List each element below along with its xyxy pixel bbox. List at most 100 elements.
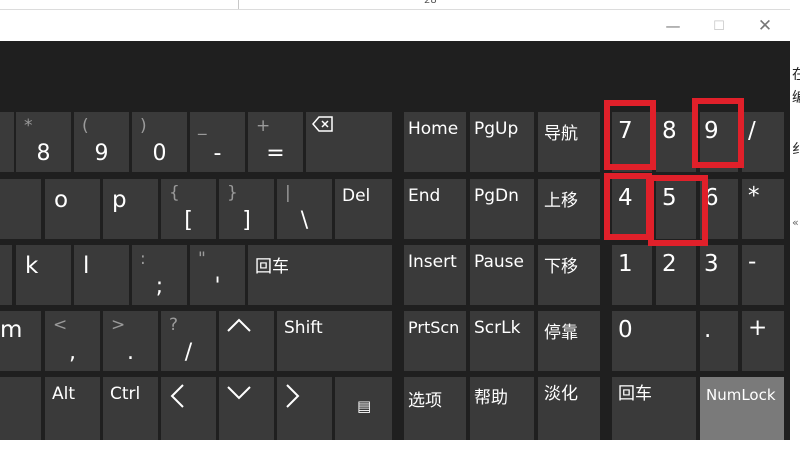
key-label: ScrLk: [474, 318, 521, 338]
edge-char: «: [792, 216, 799, 229]
key-label: PgUp: [474, 119, 519, 139]
arrow-up-icon: [227, 318, 251, 332]
key-comma[interactable]: < ,: [45, 311, 100, 371]
key-pause[interactable]: Pause: [470, 245, 534, 305]
key-label: Pause: [474, 252, 524, 272]
key-equals[interactable]: + =: [248, 112, 303, 172]
key-quote[interactable]: " ': [190, 245, 245, 305]
key-7-partial[interactable]: [0, 112, 14, 172]
key-primary: 8: [36, 141, 51, 166]
key-pgup[interactable]: PgUp: [470, 112, 534, 172]
key-numlock[interactable]: NumLock: [700, 377, 784, 440]
key-label: l: [83, 253, 90, 279]
maximize-button[interactable]: ☐: [696, 10, 742, 42]
key-l[interactable]: l: [74, 245, 129, 305]
close-button[interactable]: ✕: [742, 10, 788, 42]
key-num-8[interactable]: 8: [656, 112, 696, 172]
key-pgdn[interactable]: PgDn: [470, 179, 534, 239]
key-options[interactable]: 选项: [404, 377, 466, 440]
key-down-arrow[interactable]: [219, 377, 274, 440]
key-insert[interactable]: Insert: [404, 245, 466, 305]
key-left-bracket[interactable]: { [: [161, 179, 216, 239]
key-j-partial[interactable]: [0, 245, 12, 305]
key-o[interactable]: o: [45, 179, 100, 239]
key-fade[interactable]: 淡化: [538, 377, 600, 440]
key-num-divide[interactable]: /: [742, 112, 784, 172]
key-up-arrow[interactable]: [219, 311, 274, 371]
key-primary: [: [184, 208, 193, 233]
key-enter[interactable]: 回车: [248, 245, 392, 305]
key-num-decimal[interactable]: .: [700, 311, 738, 371]
key-slash[interactable]: ? /: [161, 311, 216, 371]
key-period[interactable]: > .: [103, 311, 158, 371]
key-menu[interactable]: ▤: [335, 377, 392, 440]
key-num-2[interactable]: 2: [656, 245, 696, 305]
key-primary: ': [214, 274, 221, 299]
key-label: -: [748, 249, 757, 275]
arrow-right-icon: [286, 384, 300, 408]
key-8[interactable]: * 8: [16, 112, 71, 172]
key-label: o: [54, 187, 69, 213]
strip-text-fragment: 28: [424, 0, 437, 6]
key-alt[interactable]: Alt: [45, 377, 100, 440]
key-label: p: [112, 187, 127, 213]
key-secondary: {: [169, 183, 180, 203]
key-move-up[interactable]: 上移: [538, 179, 600, 239]
key-ctrl[interactable]: Ctrl: [103, 377, 158, 440]
background-window-strip: 28: [0, 0, 800, 9]
key-num-1[interactable]: 1: [612, 245, 652, 305]
key-del[interactable]: Del: [335, 179, 392, 239]
key-label: Del: [342, 186, 371, 206]
highlight-num-5: [648, 175, 708, 246]
key-num-subtract[interactable]: -: [742, 245, 784, 305]
key-backspace[interactable]: [306, 112, 392, 172]
key-help[interactable]: 帮助: [470, 377, 534, 440]
key-k[interactable]: k: [16, 245, 71, 305]
key-label: 8: [662, 118, 677, 144]
minimize-button[interactable]: —: [650, 10, 696, 42]
highlight-num-4: [604, 173, 652, 240]
key-num-add[interactable]: +: [742, 311, 784, 371]
key-semicolon[interactable]: : ;: [132, 245, 187, 305]
key-right-arrow[interactable]: [277, 377, 332, 440]
key-nav[interactable]: 导航: [538, 112, 600, 172]
key-fn-partial[interactable]: [0, 377, 41, 440]
key-end[interactable]: End: [404, 179, 466, 239]
key-secondary: _: [198, 116, 207, 136]
key-label: NumLock: [706, 386, 776, 404]
key-m[interactable]: m: [0, 311, 41, 371]
key-backslash[interactable]: | \: [277, 179, 332, 239]
key-label: Alt: [52, 384, 76, 404]
key-label: +: [748, 315, 768, 341]
key-p[interactable]: p: [103, 179, 158, 239]
key-primary: =: [266, 141, 285, 166]
key-num-3[interactable]: 3: [700, 245, 738, 305]
key-label: PrtScn: [408, 318, 460, 337]
key-primary: ;: [155, 274, 164, 299]
key-secondary: (: [82, 116, 89, 136]
window-titlebar: — ☐ ✕: [0, 9, 790, 42]
key-num-enter[interactable]: 回车: [612, 377, 696, 440]
key-num-0[interactable]: 0: [612, 311, 696, 371]
key-minus[interactable]: _ -: [190, 112, 245, 172]
key-left-arrow[interactable]: [161, 377, 216, 440]
key-0[interactable]: ) 0: [132, 112, 187, 172]
background-window-edge: 在 编 纟 «: [790, 41, 800, 450]
key-shift[interactable]: Shift: [277, 311, 392, 371]
key-secondary: +: [256, 116, 271, 136]
key-scrlk[interactable]: ScrLk: [470, 311, 534, 371]
key-i-partial[interactable]: [0, 179, 41, 239]
key-9[interactable]: ( 9: [74, 112, 129, 172]
arrow-left-icon: [170, 384, 184, 408]
key-prtscn[interactable]: PrtScn: [404, 311, 466, 371]
key-dock[interactable]: 停靠: [538, 311, 600, 371]
key-primary: /: [184, 340, 193, 365]
key-move-down[interactable]: 下移: [538, 245, 600, 305]
key-label: 2: [662, 251, 677, 277]
key-home[interactable]: Home: [404, 112, 466, 172]
key-right-bracket[interactable]: } ]: [219, 179, 274, 239]
key-num-multiply[interactable]: *: [742, 179, 784, 239]
key-label: Ctrl: [110, 384, 141, 404]
highlight-num-9: [692, 98, 744, 168]
key-primary: ,: [69, 340, 76, 365]
